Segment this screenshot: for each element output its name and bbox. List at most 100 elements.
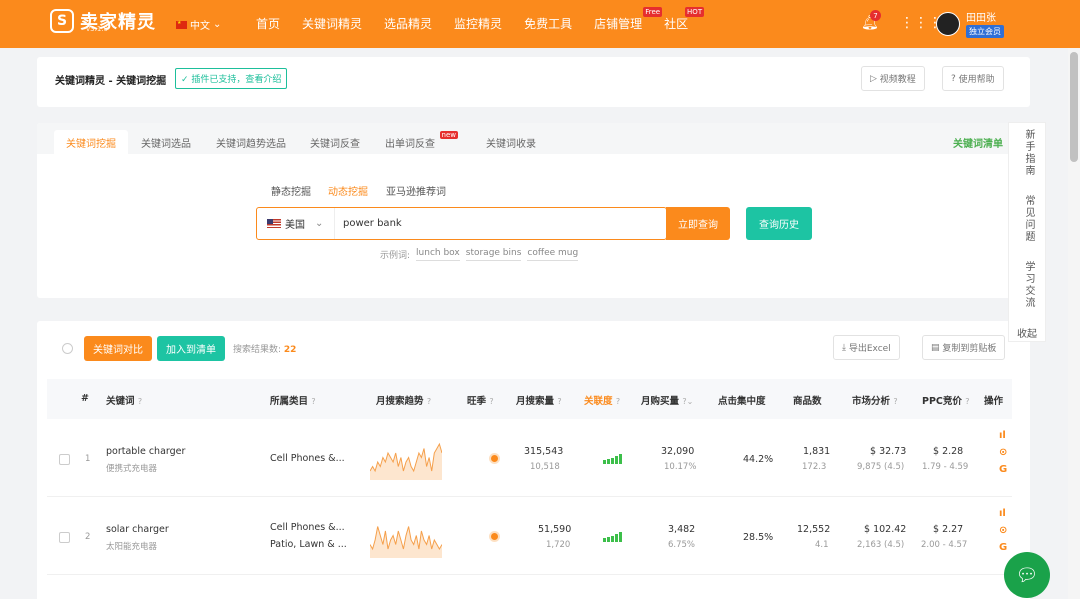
col-actions: 操作 bbox=[984, 396, 1004, 407]
plugin-info-link[interactable]: ✓ 插件已支持，查看介绍 bbox=[175, 68, 288, 89]
username[interactable]: 田田张 bbox=[966, 9, 996, 24]
col-products[interactable]: 商品数 bbox=[793, 393, 822, 407]
free-badge: Free bbox=[643, 7, 663, 17]
export-excel-button[interactable]: ⤓ 导出Excel bbox=[833, 335, 900, 360]
nav-community[interactable]: 社区 HOT bbox=[664, 7, 705, 32]
nav-keyword[interactable]: 关键词精灵 bbox=[302, 15, 362, 32]
search-input[interactable] bbox=[335, 208, 666, 239]
main-nav: 首页 关键词精灵 选品精灵 监控精灵 免费工具 店铺管理 Free 社区 HOT bbox=[256, 7, 710, 32]
compare-button[interactable]: 关键词对比 bbox=[84, 336, 152, 361]
select-all-checkbox[interactable] bbox=[62, 343, 73, 354]
example-keyword[interactable]: coffee mug bbox=[527, 248, 579, 261]
chevron-down-icon: ⌄ bbox=[213, 19, 222, 30]
col-trend[interactable]: 月搜索趋势 ? bbox=[376, 393, 431, 407]
rail-community[interactable]: 学习交流 bbox=[1021, 261, 1036, 309]
tab-keyword-mining[interactable]: 关键词挖掘 bbox=[54, 130, 128, 159]
avatar[interactable] bbox=[936, 12, 960, 36]
more-icon[interactable]: ⊙ bbox=[999, 525, 1007, 536]
hot-badge: HOT bbox=[685, 7, 705, 17]
google-icon[interactable]: G bbox=[999, 542, 1007, 553]
table-row[interactable]: 2 solar charger 太阳能充电器 Cell Phones &... … bbox=[47, 498, 1012, 575]
nav-monitor[interactable]: 监控精灵 bbox=[454, 15, 502, 32]
table-header: # 关键词 ? 所属类目 ? 月搜索趋势 ? 旺季 ? 月搜索量 ? 关联度 ?… bbox=[47, 379, 1012, 419]
season-flame-icon bbox=[491, 533, 498, 540]
relevance-bars bbox=[603, 454, 622, 464]
example-keyword[interactable]: lunch box bbox=[416, 248, 460, 261]
language-label: 中文 bbox=[190, 21, 210, 32]
relevance-bars bbox=[603, 532, 622, 542]
help-icon: ? bbox=[311, 397, 316, 406]
row-checkbox[interactable] bbox=[59, 532, 70, 543]
china-flag-icon bbox=[176, 20, 187, 29]
example-keywords: 示例词: lunch box storage bins coffee mug bbox=[380, 248, 579, 261]
search-panel: 关键词挖掘 关键词选品 关键词趋势选品 关键词反查 出单词反查 new 关键词收录… bbox=[37, 123, 1030, 298]
help-icon: ? bbox=[965, 397, 970, 406]
us-flag-icon bbox=[267, 219, 281, 228]
rail-collapse[interactable]: 收起 bbox=[1017, 325, 1037, 340]
sort-icon: ?⌄ bbox=[682, 397, 694, 406]
download-icon: ⤓ bbox=[842, 342, 849, 353]
language-switcher[interactable]: 中文 ⌄ bbox=[176, 17, 221, 32]
col-relevance[interactable]: 关联度 ? bbox=[584, 393, 620, 407]
tab-bar: 关键词挖掘 关键词选品 关键词趋势选品 关键词反查 出单词反查 new 关键词收录… bbox=[37, 123, 1030, 159]
tab-keyword-index[interactable]: 关键词收录 bbox=[486, 135, 536, 150]
chevron-down-icon: ⌄ bbox=[315, 218, 324, 229]
row-actions: ıl ⊙ G bbox=[999, 508, 1007, 553]
col-season[interactable]: 旺季 ? bbox=[467, 393, 494, 407]
keyword-link[interactable]: solar charger bbox=[106, 524, 169, 535]
row-checkbox[interactable] bbox=[59, 454, 70, 465]
col-market[interactable]: 市场分析 ? bbox=[852, 393, 898, 407]
add-to-list-button[interactable]: 加入到清单 bbox=[157, 336, 225, 361]
nav-product[interactable]: 选品精灵 bbox=[384, 15, 432, 32]
tab-order-reverse[interactable]: 出单词反查 new bbox=[385, 131, 458, 150]
rail-faq[interactable]: 常见问题 bbox=[1021, 195, 1036, 243]
nav-home[interactable]: 首页 bbox=[256, 15, 280, 32]
help-icon: ? bbox=[489, 397, 494, 406]
chat-bubble-icon[interactable]: 💬︎ bbox=[1004, 552, 1050, 598]
vip-badge: 独立会员 bbox=[966, 25, 1004, 38]
google-icon[interactable]: G bbox=[999, 464, 1007, 475]
version-label: v3.1.0 bbox=[86, 25, 108, 33]
tab-keyword-trend[interactable]: 关键词趋势选品 bbox=[216, 135, 286, 150]
nav-free-tools[interactable]: 免费工具 bbox=[524, 15, 572, 32]
chart-icon[interactable]: ıl bbox=[999, 508, 1007, 519]
col-index: # bbox=[81, 393, 89, 404]
history-button[interactable]: 查询历史 bbox=[746, 207, 812, 240]
results-panel: 关键词对比 加入到清单 搜索结果数: 22 ⤓ 导出Excel ▤ 复制到剪贴板… bbox=[37, 321, 1030, 599]
subtab-static[interactable]: 静态挖掘 bbox=[271, 183, 311, 198]
help-icon: ? bbox=[615, 397, 621, 406]
trend-sparkline[interactable] bbox=[370, 514, 442, 558]
copy-clipboard-button[interactable]: ▤ 复制到剪贴板 bbox=[922, 335, 1006, 360]
col-category[interactable]: 所属类目 ? bbox=[270, 393, 316, 407]
country-select[interactable]: 美国 ⌄ bbox=[257, 208, 335, 239]
col-click-concentration[interactable]: 点击集中度 bbox=[718, 393, 766, 407]
subtab-dynamic[interactable]: 动态挖掘 bbox=[328, 183, 368, 198]
col-keyword[interactable]: 关键词 ? bbox=[106, 393, 142, 407]
example-keyword[interactable]: storage bins bbox=[465, 248, 522, 261]
table-row[interactable]: 1 portable charger 便携式充电器 Cell Phones &.… bbox=[47, 420, 1012, 497]
col-monthly-search[interactable]: 月搜索量 ? bbox=[516, 393, 562, 407]
keyword-list-link[interactable]: 关键词清单 bbox=[953, 135, 1003, 150]
help-icon: ? bbox=[557, 397, 562, 406]
nav-store[interactable]: 店铺管理 Free bbox=[594, 7, 663, 32]
keyword-link[interactable]: portable charger bbox=[106, 446, 185, 457]
more-icon[interactable]: ⊙ bbox=[999, 447, 1007, 458]
breadcrumb-panel: 关键词精灵 - 关键词挖掘 ✓ 插件已支持，查看介绍 ▷ 视频教程 ? 使用帮助 bbox=[37, 57, 1030, 107]
tab-keyword-reverse[interactable]: 关键词反查 bbox=[310, 135, 360, 150]
clipboard-icon: ▤ bbox=[931, 342, 943, 353]
trend-sparkline[interactable] bbox=[370, 436, 442, 480]
help-icon: ? bbox=[893, 397, 898, 406]
chart-icon[interactable]: ıl bbox=[999, 430, 1007, 441]
subtab-amazon[interactable]: 亚马逊推荐词 bbox=[386, 183, 446, 198]
page-scrollbar[interactable] bbox=[1068, 48, 1080, 599]
question-icon: ? bbox=[951, 73, 959, 84]
scrollbar-thumb[interactable] bbox=[1070, 52, 1078, 162]
rail-guide[interactable]: 新手指南 bbox=[1021, 129, 1036, 177]
logo-mark-icon: S bbox=[50, 9, 74, 33]
col-monthly-buy[interactable]: 月购买量 ?⌄ bbox=[641, 393, 693, 407]
search-button[interactable]: 立即查询 bbox=[666, 207, 730, 240]
help-button[interactable]: ? 使用帮助 bbox=[942, 66, 1004, 91]
col-ppc[interactable]: PPC竞价 ? bbox=[922, 393, 969, 407]
tab-keyword-product[interactable]: 关键词选品 bbox=[141, 135, 191, 150]
video-tutorial-button[interactable]: ▷ 视频教程 bbox=[861, 66, 925, 91]
